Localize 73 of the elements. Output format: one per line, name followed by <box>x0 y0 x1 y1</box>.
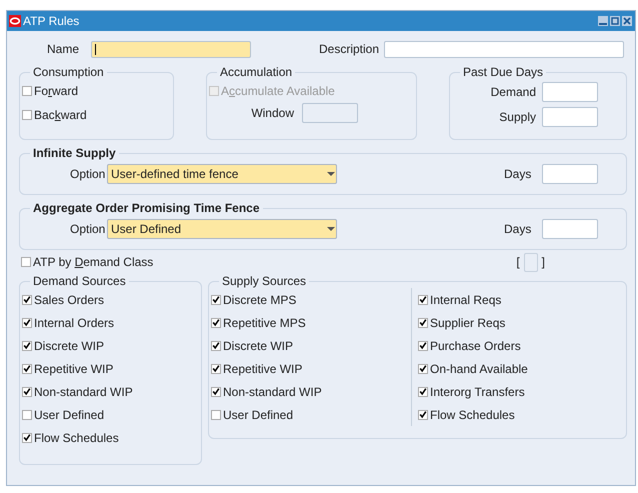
checkbox[interactable]: Purchase Orders <box>418 334 618 357</box>
check-icon <box>23 433 31 442</box>
checkbox[interactable]: Discrete WIP <box>211 334 411 357</box>
field-label: Description <box>319 42 379 56</box>
group-title: Past Due Days <box>463 65 544 79</box>
group-title: Demand Sources <box>33 274 126 288</box>
option-dropdown[interactable]: User-defined time fence <box>107 164 337 184</box>
check-icon <box>212 364 220 373</box>
check-icon <box>212 341 220 350</box>
check-icon <box>419 295 427 304</box>
checkbox[interactable]: On-hand Available <box>418 357 618 380</box>
checkbox[interactable]: Repetitive WIP <box>22 357 193 380</box>
check-icon <box>419 387 427 396</box>
group-title: Supply Sources <box>222 274 306 288</box>
group-title: Accumulation <box>220 65 292 79</box>
field-label: Option <box>70 167 106 181</box>
input-field[interactable] <box>91 40 251 58</box>
checkbox[interactable]: Flow Schedules <box>418 403 618 426</box>
check-icon <box>212 318 220 327</box>
checkbox[interactable]: ATP by Demand Class <box>21 250 154 274</box>
logo-icon <box>9 15 21 27</box>
check-icon <box>23 318 31 327</box>
group-title: Aggregate Order Promising Time Fence <box>33 201 260 215</box>
field-label: Option <box>70 222 106 236</box>
field-label: Days <box>504 167 532 181</box>
check-icon <box>419 410 427 419</box>
checkbox[interactable]: Forward <box>22 79 165 103</box>
checkbox[interactable]: Internal Reqs <box>418 288 618 311</box>
check-icon <box>23 364 31 373</box>
check-icon <box>212 387 220 396</box>
checkbox[interactable]: User Defined <box>22 403 193 426</box>
maximize-icon[interactable] <box>610 16 620 26</box>
group-title: Infinite Supply <box>33 146 116 160</box>
checkbox[interactable]: Backward <box>22 103 165 127</box>
minimize-icon[interactable] <box>598 16 608 26</box>
field-label: Demand <box>490 84 536 98</box>
group-title: Consumption <box>33 65 104 79</box>
check-icon <box>419 341 427 350</box>
field-label: Name <box>47 42 80 56</box>
check-icon <box>419 364 427 373</box>
checkbox[interactable]: Non-standard WIP <box>22 380 193 403</box>
field-label: Days <box>504 222 532 236</box>
window-title: ATP Rules <box>23 14 80 28</box>
check-icon <box>212 295 220 304</box>
checkbox[interactable]: Non-standard WIP <box>211 380 411 403</box>
checkbox[interactable]: Interorg Transfers <box>418 380 618 403</box>
checkbox[interactable]: Supplier Reqs <box>418 311 618 334</box>
close-icon[interactable] <box>622 16 632 26</box>
input-field[interactable] <box>384 40 624 58</box>
dropdown-arrow-icon <box>327 172 335 176</box>
checkbox[interactable]: Sales Orders <box>22 288 193 311</box>
check-icon <box>23 341 31 350</box>
check-icon <box>23 387 31 396</box>
checkbox[interactable]: User Defined <box>211 403 411 426</box>
flexfield-box[interactable] <box>524 252 538 272</box>
checkbox[interactable]: Repetitive MPS <box>211 311 411 334</box>
checkbox[interactable]: Discrete MPS <box>211 288 411 311</box>
checkbox[interactable]: Internal Orders <box>22 311 193 334</box>
field-label: Window <box>251 106 294 120</box>
checkbox[interactable]: Discrete WIP <box>22 334 193 357</box>
checkbox[interactable]: Repetitive WIP <box>211 357 411 380</box>
dropdown-arrow-icon <box>327 227 335 231</box>
input-field[interactable] <box>542 106 598 126</box>
bracket-text: [ <box>516 255 520 269</box>
check-icon <box>419 318 427 327</box>
input-field[interactable] <box>542 82 598 102</box>
field-label: Supply <box>499 110 536 124</box>
input-field[interactable] <box>542 219 598 239</box>
check-icon <box>23 295 31 304</box>
input-field[interactable] <box>542 164 598 184</box>
checkbox[interactable]: Flow Schedules <box>22 426 193 449</box>
option-dropdown[interactable]: User Defined <box>107 219 337 239</box>
bracket-text: ] <box>542 255 545 269</box>
